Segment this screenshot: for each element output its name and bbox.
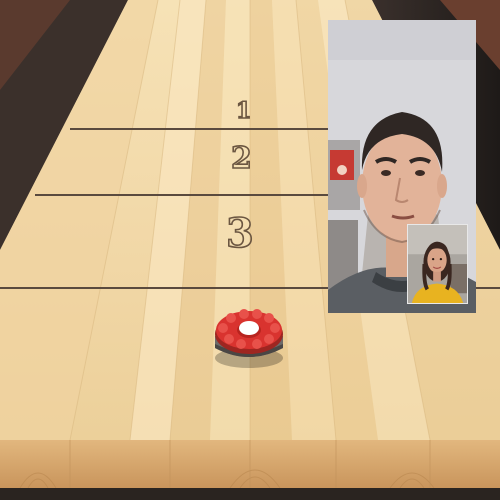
self-video-feed[interactable] <box>407 224 468 304</box>
puck-center <box>239 321 259 335</box>
zone-label-2: 2 <box>230 141 252 176</box>
zone-label-3: 3 <box>225 210 254 257</box>
shuffleboard-puck-icon[interactable] <box>211 300 287 370</box>
zone-label-1: 1 <box>235 98 252 124</box>
shuffleboard-game: 1 2 3 <box>0 0 500 500</box>
